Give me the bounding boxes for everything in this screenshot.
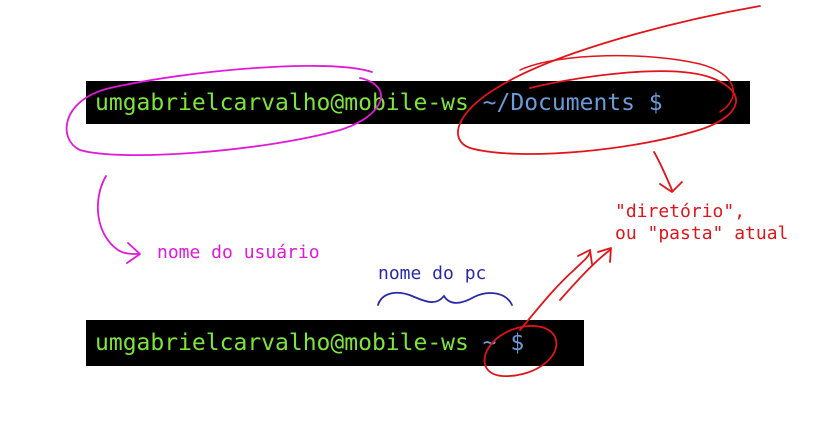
terminal-user-host: umgabrielcarvalho@mobile-ws <box>95 89 469 116</box>
terminal-prompt-symbol: $ <box>648 89 663 116</box>
terminal-prompt-home: umgabrielcarvalho@mobile-ws ~ $ <box>86 320 584 366</box>
terminal-prompt-documents: umgabrielcarvalho@mobile-ws ~/Documents $ <box>86 81 750 124</box>
user-name-arrowhead <box>126 242 141 264</box>
terminal-user-host: umgabrielcarvalho@mobile-ws <box>95 330 469 356</box>
directory-arrowhead-bottom-1 <box>577 249 593 265</box>
directory-arrow-bottom-2 <box>559 249 611 301</box>
annotation-user-name: nome do usuário <box>157 242 320 263</box>
directory-ellipse-top <box>457 5 761 155</box>
terminal-path: ~ <box>482 330 497 356</box>
annotation-pc-name: nome do pc <box>378 263 487 284</box>
directory-arrowhead-top <box>659 181 683 193</box>
annotation-directory-line-2: ou "pasta" atual <box>615 223 789 244</box>
pc-name-brace <box>377 291 513 306</box>
terminal-path: ~/Documents <box>482 89 635 116</box>
directory-arrow-bottom-1 <box>519 251 591 331</box>
annotation-directory: "diretório", ou "pasta" atual <box>615 201 788 245</box>
directory-arrowhead-bottom-2 <box>597 247 612 263</box>
directory-arrow-top <box>653 151 673 191</box>
terminal-prompt-symbol: $ <box>510 330 525 356</box>
annotation-directory-line-1: "diretório", <box>615 201 746 222</box>
user-name-arrow <box>96 175 139 255</box>
